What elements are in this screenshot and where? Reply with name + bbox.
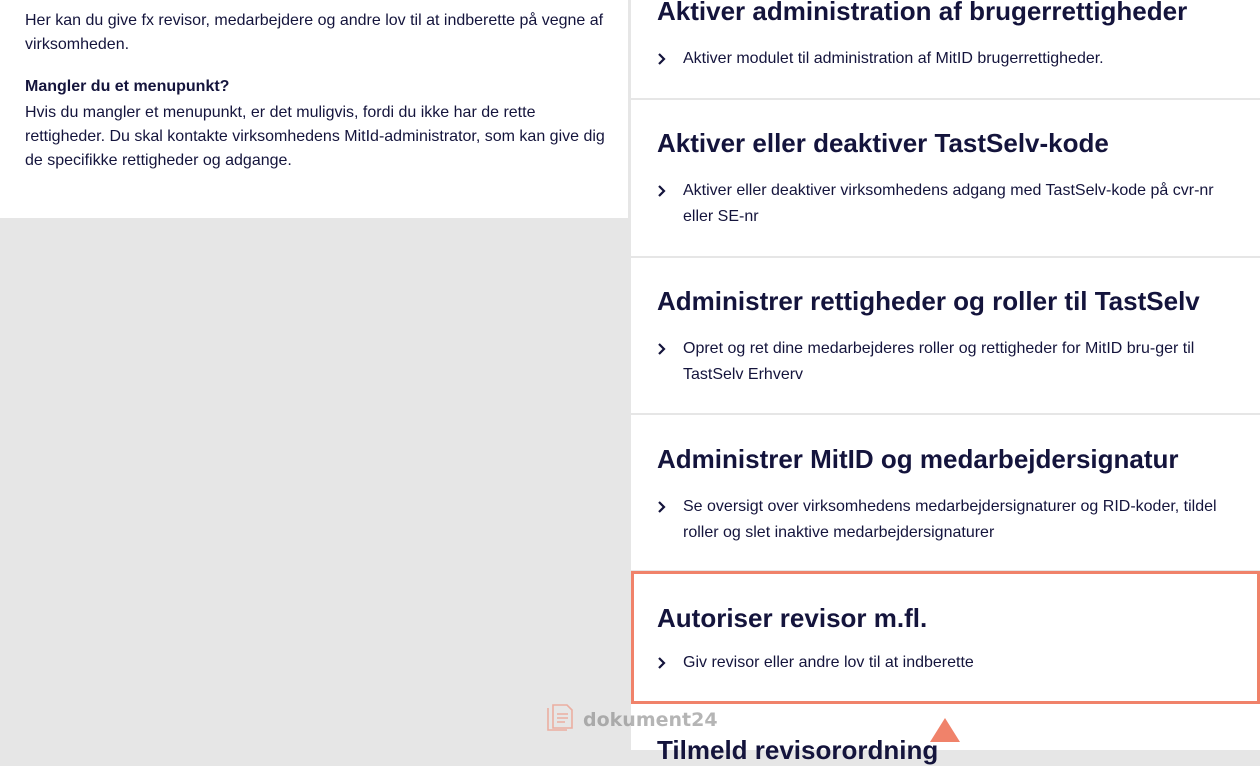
menu-card-link[interactable]: Aktiver eller deaktiver virksomhedens ad… bbox=[657, 178, 1237, 230]
document-icon bbox=[545, 702, 577, 737]
menu-card-title: Aktiver eller deaktiver TastSelv-kode bbox=[657, 128, 1109, 158]
pointer-arrow-icon bbox=[930, 718, 960, 742]
menu-card-tastselv-code: Aktiver eller deaktiver TastSelv-kode Ak… bbox=[631, 100, 1260, 258]
menu-card-activate-admin: Aktiver administration af brugerrettighe… bbox=[631, 0, 1260, 100]
menu-card-authorize-auditor: Autoriser revisor m.fl. Giv revisor elle… bbox=[631, 572, 1260, 704]
menu-card-link-label[interactable]: Giv revisor eller andre lov til at indbe… bbox=[683, 650, 1237, 676]
menu-card-link-label[interactable]: Se oversigt over virksomhedens medarbejd… bbox=[683, 494, 1237, 546]
chevron-right-icon bbox=[657, 178, 683, 204]
menu-card-link[interactable]: Giv revisor eller andre lov til at indbe… bbox=[657, 650, 1237, 676]
intro-text: Her kan du give fx revisor, medarbejdere… bbox=[25, 12, 604, 53]
chevron-right-icon bbox=[657, 46, 683, 72]
menu-card-title: Autoriser revisor m.fl. bbox=[657, 603, 928, 633]
menu-card-link[interactable]: Aktiver modulet til administration af Mi… bbox=[657, 46, 1237, 72]
menu-card-title: Administrer MitID og medarbejdersignatur bbox=[657, 444, 1179, 474]
menu-card-link-label[interactable]: Aktiver modulet til administration af Mi… bbox=[683, 46, 1237, 72]
missing-menu-text: Hvis du mangler et menupunkt, er det mul… bbox=[25, 104, 605, 169]
watermark-text: dokument24 bbox=[583, 708, 718, 731]
menu-card-title: Administrer rettigheder og roller til Ta… bbox=[657, 286, 1200, 316]
menu-card-title[interactable]: Tilmeld revisorordning bbox=[657, 734, 938, 766]
chevron-right-icon bbox=[657, 494, 683, 520]
menu-card-title: Aktiver administration af brugerrettighe… bbox=[657, 0, 1188, 26]
chevron-right-icon bbox=[657, 336, 683, 362]
watermark: dokument24 bbox=[545, 702, 718, 737]
menu-list: Aktiver administration af brugerrettighe… bbox=[631, 0, 1260, 765]
menu-card-mitid-signature: Administrer MitID og medarbejdersignatur… bbox=[631, 415, 1260, 572]
menu-card-tastselv-roles: Administrer rettigheder og roller til Ta… bbox=[631, 258, 1260, 415]
menu-card-link[interactable]: Se oversigt over virksomhedens medarbejd… bbox=[657, 494, 1237, 546]
menu-card-link-label[interactable]: Opret og ret dine medarbejderes roller o… bbox=[683, 336, 1237, 388]
chevron-right-icon bbox=[657, 650, 683, 676]
missing-menu-heading: Mangler du et menupunkt? bbox=[25, 78, 230, 95]
menu-card-link[interactable]: Opret og ret dine medarbejderes roller o… bbox=[657, 336, 1237, 388]
info-panel: Her kan du give fx revisor, medarbejdere… bbox=[0, 0, 628, 218]
menu-card-link-label[interactable]: Aktiver eller deaktiver virksomhedens ad… bbox=[683, 178, 1237, 230]
